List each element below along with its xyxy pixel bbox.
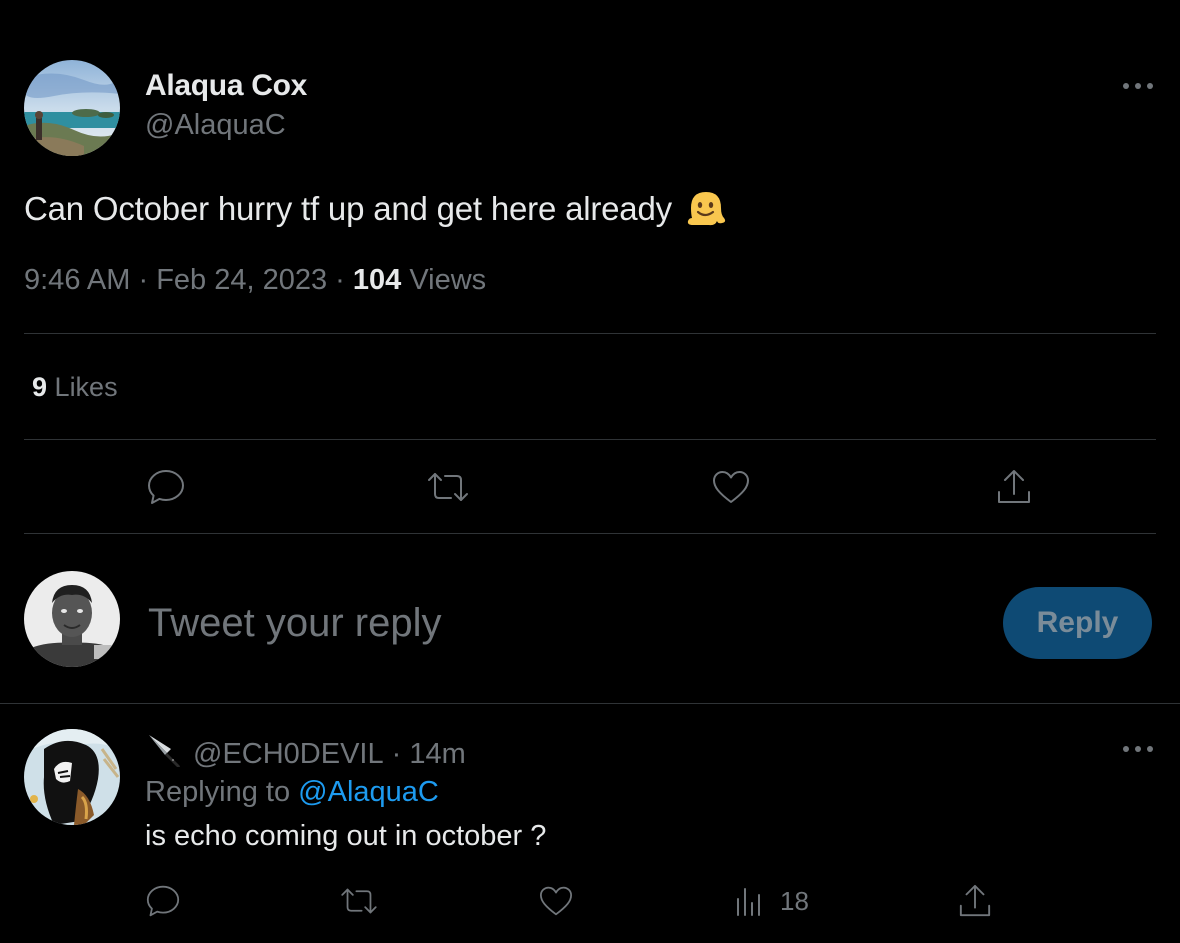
reply-share-button[interactable]: [954, 880, 996, 922]
divider: [0, 703, 1180, 704]
current-user-avatar[interactable]: [24, 571, 120, 667]
tweet-date[interactable]: Feb 24, 2023: [156, 264, 327, 296]
reply-text: is echo coming out in october ?: [145, 820, 547, 852]
heart-icon: [539, 886, 572, 916]
tweet-detail-page: Alaqua Cox @AlaquaC Can October hurry tf…: [0, 0, 1180, 943]
reply-more-options-icon[interactable]: [1118, 734, 1158, 764]
retweet-icon: [428, 473, 468, 501]
meta-separator: ·: [138, 264, 157, 296]
likes-label: Likes: [54, 372, 118, 402]
retweet-action-button[interactable]: [424, 464, 472, 510]
author-name[interactable]: Alaqua Cox: [145, 69, 307, 103]
reply-views-count: 18: [780, 885, 809, 916]
tweet-text: Can October hurry tf up and get here alr…: [24, 188, 727, 236]
share-icon: [959, 884, 991, 917]
tweet-meta: 9:46 AM · Feb 24, 2023 · 104 Views: [24, 264, 486, 297]
views-label: Views: [409, 264, 487, 296]
reply-like-button[interactable]: [534, 880, 578, 922]
retweet-icon: [341, 888, 377, 914]
reply-header: @ECH0DEVIL · 14m: [145, 731, 466, 777]
more-options-icon[interactable]: [1118, 70, 1158, 102]
meta-separator: ·: [335, 264, 353, 296]
reply-action-button[interactable]: [142, 464, 190, 510]
comment-icon: [148, 470, 184, 504]
share-icon: [998, 470, 1030, 503]
reply-author-avatar[interactable]: [24, 729, 120, 825]
reply-author-handle[interactable]: @ECH0DEVIL: [193, 738, 384, 771]
share-action-button[interactable]: [990, 464, 1038, 510]
likes-stat[interactable]: 9 Likes: [32, 372, 118, 403]
divider: [24, 333, 1156, 334]
tweet-body: Can October hurry tf up and get here alr…: [24, 190, 672, 227]
author-avatar[interactable]: [24, 60, 120, 156]
reply-input[interactable]: [148, 595, 968, 651]
meta-separator: ·: [383, 737, 410, 770]
melting-face-icon: [685, 188, 727, 236]
divider: [24, 439, 1156, 440]
views-count: 104: [352, 264, 402, 296]
replying-to-link[interactable]: @AlaquaC: [298, 776, 439, 808]
replying-to: Replying to @AlaquaC: [145, 776, 439, 809]
reply-submit-button[interactable]: Reply: [1003, 587, 1152, 659]
reply-views-button[interactable]: 18: [732, 880, 842, 922]
author-handle[interactable]: @AlaquaC: [145, 109, 286, 142]
knife-icon: [145, 731, 183, 777]
tweet-time[interactable]: 9:46 AM: [24, 264, 130, 296]
reply-comment-button[interactable]: [141, 880, 185, 922]
like-action-button[interactable]: [707, 464, 755, 510]
reply-retweet-button[interactable]: [336, 880, 382, 922]
analytics-icon: [737, 888, 760, 916]
divider: [24, 533, 1156, 534]
likes-count: 9: [32, 372, 48, 402]
heart-icon: [713, 471, 749, 503]
replying-prefix: Replying to: [145, 776, 291, 808]
comment-icon: [146, 885, 180, 917]
reply-time[interactable]: 14m: [409, 738, 465, 771]
